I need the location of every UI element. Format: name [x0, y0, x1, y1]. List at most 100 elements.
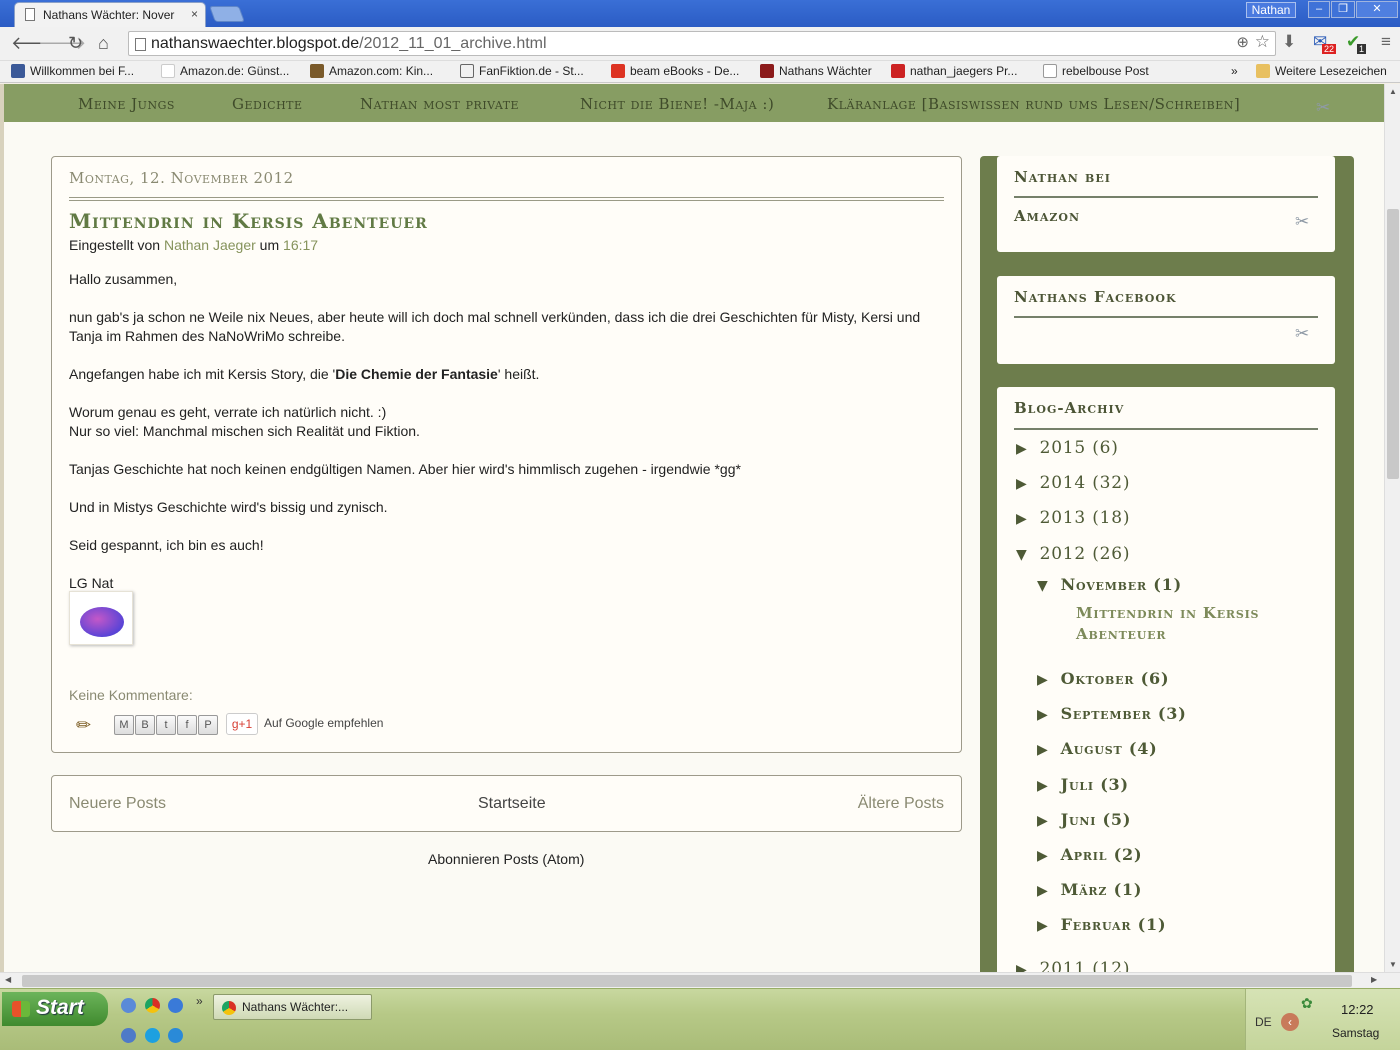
bookmark-item[interactable]: Amazon.com: Kin...: [310, 64, 433, 78]
nav-link-most-private[interactable]: Nathan most private: [360, 95, 519, 113]
expand-triangle-icon[interactable]: ▶: [1037, 778, 1049, 794]
archive-month-november[interactable]: ▼ November (1): [1037, 575, 1182, 594]
archive-month[interactable]: ▶ August (4): [1037, 739, 1158, 758]
archive-post-link[interactable]: Mittendrin in Kersis Abenteuer: [1076, 603, 1296, 645]
pinterest-share-icon[interactable]: P: [198, 715, 218, 735]
divider: [1014, 428, 1318, 430]
signature-image[interactable]: [69, 591, 133, 645]
expand-triangle-icon[interactable]: ▶: [1037, 848, 1049, 864]
bookmarks-more-button[interactable]: »: [1231, 64, 1238, 78]
start-button[interactable]: Start: [2, 992, 108, 1026]
home-link[interactable]: Startseite: [478, 795, 546, 813]
expand-triangle-icon[interactable]: ▶: [1037, 883, 1049, 899]
page-icon: [25, 8, 35, 21]
chrome-icon[interactable]: [145, 998, 160, 1013]
quicklaunch-more[interactable]: »: [196, 994, 203, 1008]
google-plus-button[interactable]: g+1: [226, 713, 258, 735]
minimize-button[interactable]: –: [1308, 1, 1330, 18]
archive-year-2014[interactable]: ▶ 2014 (32): [1016, 473, 1130, 493]
archive-month[interactable]: ▶ Juni (5): [1037, 810, 1131, 829]
expand-triangle-icon[interactable]: ▶: [1016, 962, 1028, 972]
media-player-icon[interactable]: [121, 1028, 136, 1043]
author-link[interactable]: Nathan Jaeger: [164, 237, 256, 253]
scroll-up-icon[interactable]: ▲: [1389, 87, 1397, 96]
nav-link-klaeranlage[interactable]: Kläranlage [Basiswissen rund ums Lesen/S…: [827, 95, 1240, 113]
language-indicator[interactable]: DE: [1255, 1015, 1272, 1029]
archive-month[interactable]: ▶ Februar (1): [1037, 915, 1166, 934]
scroll-right-icon[interactable]: ▶: [1371, 975, 1377, 984]
taskbar-window-button[interactable]: Nathans Wächter:...: [213, 994, 372, 1020]
edit-tools-icon[interactable]: ✂: [1295, 212, 1309, 232]
browser-tab[interactable]: Nathans Wächter: Nover ×: [14, 2, 206, 27]
network-icon[interactable]: ✿: [1301, 995, 1313, 1012]
vertical-scrollbar[interactable]: ▲ ▼: [1384, 84, 1400, 972]
expand-triangle-icon[interactable]: ▶: [1037, 742, 1049, 758]
scroll-left-icon[interactable]: ◀: [5, 975, 11, 984]
close-window-button[interactable]: ✕: [1356, 1, 1398, 18]
blogger-share-icon[interactable]: B: [135, 715, 155, 735]
expand-triangle-icon[interactable]: ▶: [1037, 918, 1049, 934]
expand-triangle-icon[interactable]: ▶: [1037, 813, 1049, 829]
horizontal-scrollbar[interactable]: ◀ ▶: [0, 972, 1400, 988]
archive-month[interactable]: ▶ Juli (3): [1037, 775, 1129, 794]
older-posts-link[interactable]: Ältere Posts: [858, 795, 944, 813]
scrollbar-thumb[interactable]: [1387, 209, 1399, 479]
expand-triangle-icon[interactable]: ▶: [1037, 707, 1049, 723]
facebook-share-icon[interactable]: f: [177, 715, 197, 735]
bookmark-item[interactable]: Nathans Wächter: [760, 64, 872, 78]
twitter-share-icon[interactable]: t: [156, 715, 176, 735]
expand-triangle-icon[interactable]: ▶: [1016, 476, 1028, 492]
bookmark-item[interactable]: rebelbouse Post: [1043, 64, 1149, 78]
skype-icon[interactable]: [145, 1028, 160, 1043]
bookmark-item[interactable]: FanFiktion.de - St...: [460, 64, 584, 78]
expand-triangle-icon[interactable]: ▶: [1016, 441, 1028, 457]
profile-button[interactable]: Nathan: [1246, 2, 1296, 18]
scroll-down-icon[interactable]: ▼: [1389, 960, 1397, 969]
home-icon[interactable]: ⌂: [98, 33, 109, 54]
newer-posts-link[interactable]: Neuere Posts: [69, 795, 166, 813]
other-bookmarks-folder[interactable]: Weitere Lesezeichen: [1256, 64, 1387, 78]
pencil-icon[interactable]: ✏: [76, 715, 91, 736]
nav-link-maja[interactable]: Nicht die Biene! -Maja :): [580, 95, 774, 113]
archive-year-2011[interactable]: ▶ 2011 (12): [1016, 959, 1130, 972]
internet-explorer-icon[interactable]: [168, 1028, 183, 1043]
collapse-triangle-icon[interactable]: ▼: [1016, 547, 1028, 563]
archive-year-2013[interactable]: ▶ 2013 (18): [1016, 508, 1130, 528]
archive-month[interactable]: ▶ Oktober (6): [1037, 669, 1169, 688]
address-bar[interactable]: nathanswaechter.blogspot.de/2012_11_01_a…: [128, 31, 1276, 56]
comments-link[interactable]: Keine Kommentare:: [69, 687, 193, 703]
zoom-icon[interactable]: ⊕: [1236, 33, 1249, 51]
quicklaunch-icon[interactable]: [121, 998, 136, 1013]
email-share-icon[interactable]: M: [114, 715, 134, 735]
clock[interactable]: 12:22: [1341, 1002, 1374, 1017]
tab-close-icon[interactable]: ×: [191, 7, 198, 21]
maximize-button[interactable]: ❐: [1331, 1, 1355, 18]
archive-year-2012[interactable]: ▼ 2012 (26): [1016, 544, 1130, 564]
collapse-triangle-icon[interactable]: ▼: [1037, 578, 1049, 594]
reload-icon[interactable]: ↻: [68, 33, 83, 54]
expand-triangle-icon[interactable]: ▶: [1016, 511, 1028, 527]
quicklaunch-icon[interactable]: [168, 998, 183, 1013]
bookmark-item[interactable]: beam eBooks - De...: [611, 64, 739, 78]
archive-month[interactable]: ▶ April (2): [1037, 845, 1142, 864]
bookmark-item[interactable]: Amazon.de: Günst...: [161, 64, 289, 78]
download-icon[interactable]: ⬇: [1282, 32, 1296, 52]
post-title[interactable]: Mittendrin in Kersis Abenteuer: [69, 209, 428, 233]
archive-month[interactable]: ▶ März (1): [1037, 880, 1142, 899]
new-tab-button[interactable]: [209, 6, 245, 22]
tray-expand-icon[interactable]: ‹: [1281, 1013, 1299, 1031]
scrollbar-thumb[interactable]: [22, 975, 1352, 987]
nav-link-gedichte[interactable]: Gedichte: [232, 95, 303, 113]
archive-month[interactable]: ▶ September (3): [1037, 704, 1187, 723]
expand-triangle-icon[interactable]: ▶: [1037, 672, 1049, 688]
edit-tools-icon[interactable]: ✂: [1295, 324, 1309, 344]
bookmark-star-icon[interactable]: ☆: [1255, 32, 1270, 52]
bookmark-item[interactable]: nathan_jaegers Pr...: [891, 64, 1017, 78]
archive-year-2015[interactable]: ▶ 2015 (6): [1016, 438, 1119, 458]
menu-icon[interactable]: ≡: [1381, 32, 1391, 52]
bookmark-item[interactable]: Willkommen bei F...: [11, 64, 134, 78]
edit-tools-icon[interactable]: ✂: [1316, 98, 1330, 118]
subscribe-link[interactable]: Abonnieren Posts (Atom): [428, 851, 584, 867]
nav-link-meine-jungs[interactable]: Meine Jungs: [78, 95, 175, 113]
time-link[interactable]: 16:17: [283, 237, 318, 253]
